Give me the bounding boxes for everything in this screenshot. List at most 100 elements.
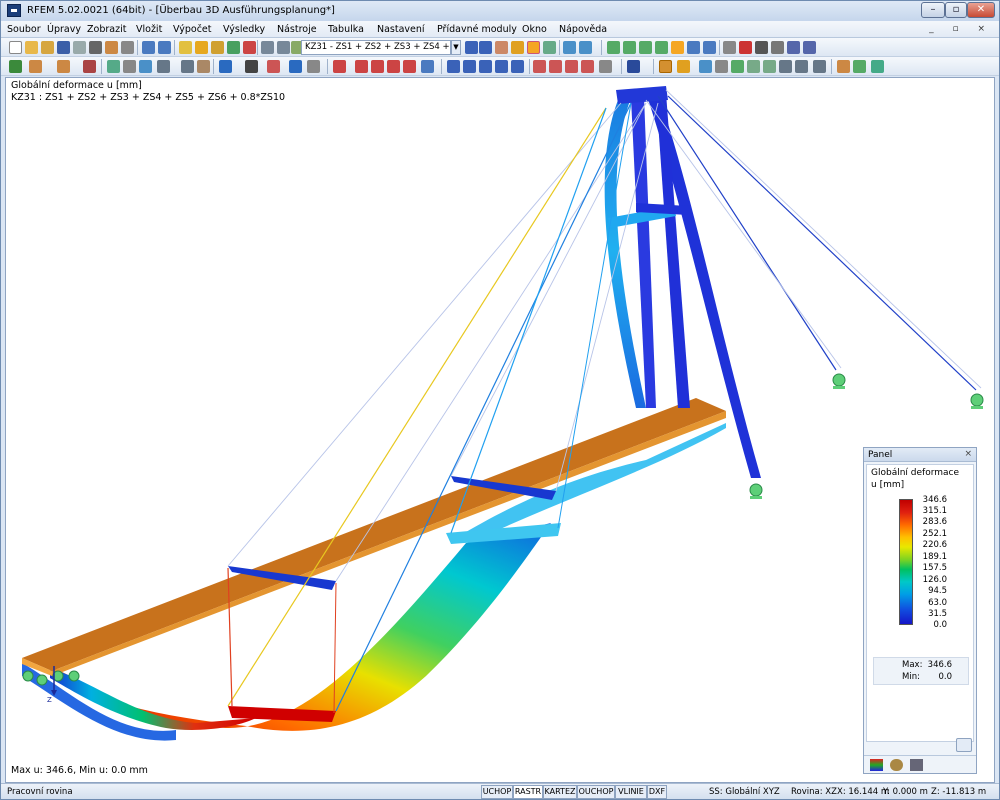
node-icon[interactable] [9, 60, 22, 73]
deformation-icon[interactable] [511, 41, 524, 54]
copy-icon[interactable] [121, 41, 134, 54]
undo-icon[interactable] [142, 41, 155, 54]
open-folder-icon[interactable] [25, 41, 38, 54]
settings-icon[interactable] [755, 41, 768, 54]
menu-vypocet[interactable]: Výpočet [173, 24, 212, 35]
mdi-window-controls[interactable]: _ ▫ × [929, 24, 993, 34]
object-snap-toggle[interactable]: OUCHOP [577, 785, 615, 799]
view-iso-icon[interactable] [655, 41, 668, 54]
copy-model-icon[interactable] [495, 60, 508, 73]
section-icon[interactable] [289, 60, 302, 73]
diagram-icon[interactable] [699, 60, 712, 73]
mirror-icon[interactable] [533, 60, 546, 73]
model-check-icon[interactable] [479, 60, 492, 73]
coordinate-icon[interactable] [599, 60, 612, 73]
close-button[interactable]: ✕ [967, 2, 995, 18]
camera-icon[interactable] [771, 41, 784, 54]
save-all-icon[interactable] [73, 41, 86, 54]
model-viewport[interactable]: Z Globální deformace u [mm] KZ31 : ZS1 +… [5, 77, 995, 783]
previous-loadcase-icon[interactable] [465, 41, 478, 54]
menu-upravy[interactable]: Úpravy [47, 24, 81, 35]
calculate-icon[interactable] [211, 41, 224, 54]
redo-icon[interactable] [158, 41, 171, 54]
check-icon[interactable] [871, 60, 884, 73]
table-icon[interactable] [261, 41, 274, 54]
mesh-icon[interactable] [447, 60, 460, 73]
color-legend-bar[interactable] [899, 499, 913, 625]
help-icon[interactable] [803, 41, 816, 54]
generate-load-icon[interactable] [421, 60, 434, 73]
edit-icon[interactable] [179, 41, 192, 54]
clipping-icon[interactable] [307, 60, 320, 73]
navigator-icon[interactable] [787, 41, 800, 54]
render-icon[interactable] [671, 41, 684, 54]
move-icon[interactable] [549, 60, 562, 73]
guidelines-toggle[interactable]: VLINIE [615, 785, 647, 799]
results-display-icon[interactable] [495, 41, 508, 54]
results-filter-icon[interactable] [659, 60, 672, 73]
menu-zobrazit[interactable]: Zobrazit [87, 24, 126, 35]
hinge-icon[interactable] [123, 60, 136, 73]
color-scale-tab-icon[interactable] [870, 759, 883, 771]
view-side-icon[interactable] [639, 41, 652, 54]
menu-soubor[interactable]: Soubor [7, 24, 41, 35]
load-combination-select[interactable]: KZ31 - ZS1 + ZS2 + ZS3 + ZS4 + ZS5 + ZS6… [301, 40, 451, 55]
menu-vysledky[interactable]: Výsledky [223, 24, 265, 35]
print-report-icon[interactable] [105, 41, 118, 54]
scale-factor-icon[interactable] [763, 60, 776, 73]
filter-icon[interactable] [267, 60, 280, 73]
view-top-icon[interactable] [607, 41, 620, 54]
print-icon[interactable] [89, 41, 102, 54]
grid-toggle[interactable]: RASTR [513, 785, 543, 799]
menu-vlozit[interactable]: Vložit [136, 24, 162, 35]
menu-tabulka[interactable]: Tabulka [328, 24, 364, 35]
show-results-toggle-icon[interactable] [527, 41, 540, 54]
close-icon[interactable]: × [964, 449, 972, 459]
surface-icon[interactable] [83, 60, 96, 73]
values-icon[interactable] [543, 41, 556, 54]
animation-icon[interactable] [563, 41, 576, 54]
probe-icon[interactable] [715, 60, 728, 73]
cartesian-toggle[interactable]: KARTEZ [543, 785, 577, 799]
report-icon[interactable] [243, 41, 256, 54]
grid-icon[interactable] [779, 60, 792, 73]
minimize-button[interactable]: – [921, 2, 945, 18]
guide-icon[interactable] [181, 60, 194, 73]
select-icon[interactable] [219, 60, 232, 73]
restore-button[interactable]: ▫ [945, 2, 967, 18]
fe-mesh-icon[interactable] [463, 60, 476, 73]
imposed-load-icon[interactable] [403, 60, 416, 73]
divide-icon[interactable] [565, 60, 578, 73]
support-icon[interactable] [107, 60, 120, 73]
smooth-icon[interactable] [747, 60, 760, 73]
scale-icon[interactable] [579, 41, 592, 54]
results-icon[interactable] [227, 41, 240, 54]
zoom-icon[interactable] [687, 41, 700, 54]
layout-icon[interactable] [813, 60, 826, 73]
menu-pridavne-moduly[interactable]: Přídavné moduly [437, 24, 517, 35]
delete-icon[interactable] [739, 41, 752, 54]
rotate-icon[interactable] [511, 60, 524, 73]
member-icon[interactable] [57, 60, 70, 73]
member-load-icon[interactable] [355, 60, 368, 73]
view-front-icon[interactable] [623, 41, 636, 54]
comment-icon[interactable] [197, 60, 210, 73]
measure-icon[interactable] [723, 41, 736, 54]
iso-lines-icon[interactable] [731, 60, 744, 73]
panel-settings-button[interactable] [956, 738, 972, 752]
color-scale-icon[interactable] [837, 60, 850, 73]
visibility-icon[interactable] [245, 60, 258, 73]
line-icon[interactable] [29, 60, 42, 73]
menu-nastroje[interactable]: Nástroje [277, 24, 317, 35]
solid-icon[interactable] [139, 60, 152, 73]
zoom-all-icon[interactable] [703, 41, 716, 54]
search-icon[interactable] [195, 41, 208, 54]
save-icon[interactable] [57, 41, 70, 54]
panel-toggle-icon[interactable] [853, 60, 866, 73]
display-icon[interactable] [795, 60, 808, 73]
dimension-icon[interactable] [157, 60, 170, 73]
surface-load-icon[interactable] [371, 60, 384, 73]
chevron-down-icon[interactable]: ▼ [451, 40, 461, 55]
table-window-icon[interactable] [277, 41, 290, 54]
dxf-toggle[interactable]: DXF [647, 785, 667, 799]
